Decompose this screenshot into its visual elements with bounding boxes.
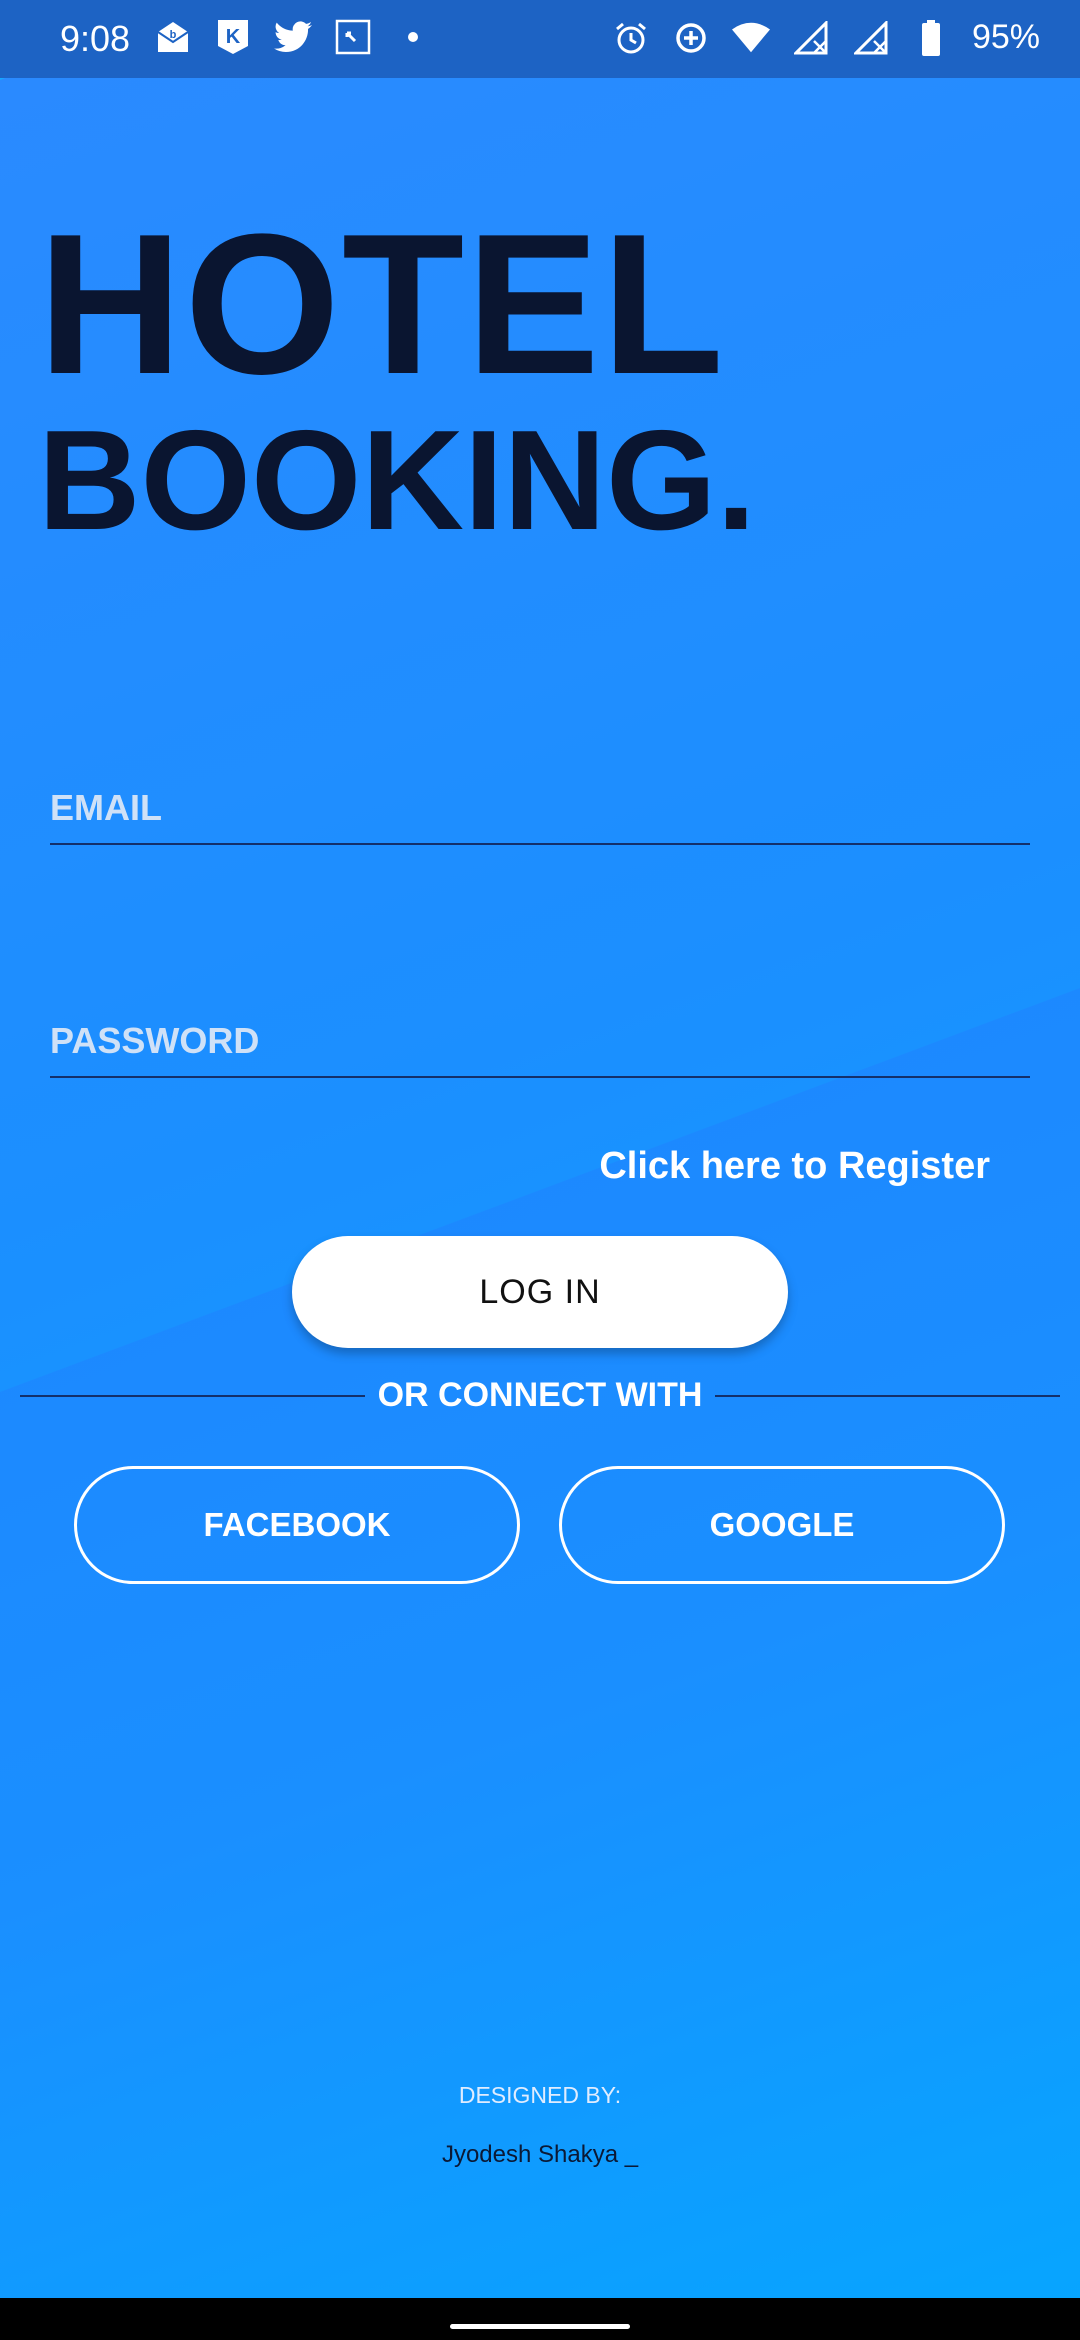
login-button[interactable]: LOG IN: [292, 1236, 788, 1348]
dot-icon: [394, 18, 432, 56]
svg-text:b: b: [170, 29, 177, 41]
register-link[interactable]: Click here to Register: [599, 1145, 990, 1188]
google-button[interactable]: GOOGLE: [559, 1466, 1005, 1584]
kik-icon: K: [214, 18, 252, 56]
home-gesture-handle[interactable]: [450, 2324, 630, 2329]
photo-icon: [334, 18, 372, 56]
status-bar: 9:08 b K 95%: [0, 0, 1080, 78]
status-time: 9:08: [60, 18, 131, 59]
navigation-bar: [0, 2298, 1080, 2340]
wifi-icon: [731, 19, 770, 57]
designed-by-label: DESIGNED BY:: [458, 2082, 622, 2108]
battery-percentage: 95%: [971, 18, 1040, 56]
app-title-line2: BOOKING.: [38, 401, 756, 560]
facebook-button[interactable]: FACEBOOK: [74, 1466, 520, 1584]
battery-icon: [912, 19, 950, 57]
app-title-line1: HOTEL: [38, 193, 726, 416]
password-field[interactable]: [50, 1006, 1030, 1078]
notification-icons: b K: [154, 18, 432, 56]
alarm-icon: [612, 19, 650, 57]
svg-text:K: K: [226, 26, 241, 48]
data-saver-icon: [672, 19, 710, 57]
signal-1-icon: [792, 19, 830, 57]
author-name: Jyodesh Shakya _: [441, 2141, 639, 2168]
mail-b-icon: b: [154, 18, 192, 56]
divider-right: [715, 1395, 1060, 1397]
system-icons: 95%: [612, 18, 1040, 57]
email-field[interactable]: [50, 773, 1030, 845]
signal-2-icon: [852, 19, 890, 57]
twitter-icon: [274, 18, 312, 56]
